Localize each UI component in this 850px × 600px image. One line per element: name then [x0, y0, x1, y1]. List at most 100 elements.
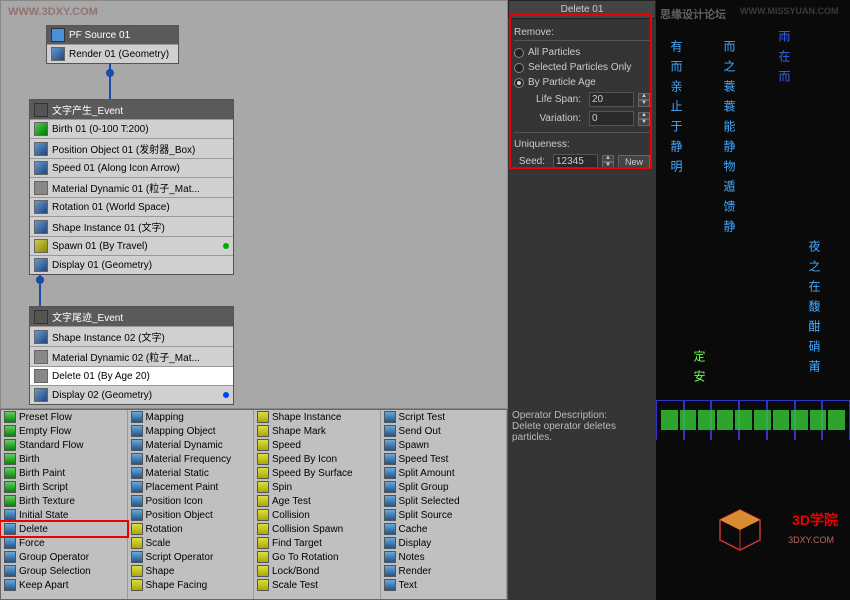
node-pf-source[interactable]: PF Source 01 Render 01 (Geometry): [46, 25, 179, 64]
op-render[interactable]: Render 01 (Geometry): [47, 44, 178, 63]
palette-op-go-to-rotation[interactable]: Go To Rotation: [254, 550, 380, 564]
palette-op-render[interactable]: Render: [381, 564, 507, 578]
palette-op-shape-mark[interactable]: Shape Mark: [254, 424, 380, 438]
palette-op-birth-paint[interactable]: Birth Paint: [1, 466, 127, 480]
birth-icon: [34, 122, 48, 136]
palette-op-display[interactable]: Display: [381, 536, 507, 550]
palette-op-speed-by-icon[interactable]: Speed By Icon: [254, 452, 380, 466]
op-speed[interactable]: Speed 01 (Along Icon Arrow): [30, 158, 233, 177]
palette-op-shape[interactable]: Shape: [128, 564, 254, 578]
palette-op-split-group[interactable]: Split Group: [381, 480, 507, 494]
palette-op-placement-paint[interactable]: Placement Paint: [128, 480, 254, 494]
palette-op-script-operator[interactable]: Script Operator: [128, 550, 254, 564]
palette-op-birth[interactable]: Birth: [1, 452, 127, 466]
output-dot[interactable]: [223, 392, 229, 398]
palette-op-scale[interactable]: Scale: [128, 536, 254, 550]
green-particles: [661, 410, 845, 430]
node-canvas[interactable]: PF Source 01 Render 01 (Geometry) 文字产生_E…: [0, 0, 508, 409]
op-display2[interactable]: Display 02 (Geometry): [30, 385, 233, 404]
palette-op-send-out[interactable]: Send Out: [381, 424, 507, 438]
viewport-3d[interactable]: 雨在而 有而亲止于静明 而之蓑蓑能静物遁馈静 夜之在馥酣硝莆 定安 3D学院 3…: [656, 0, 850, 600]
palette-op-rotation[interactable]: Rotation: [128, 522, 254, 536]
palette-op-speed[interactable]: Speed: [254, 438, 380, 452]
op-icon: [4, 425, 16, 437]
op-shape[interactable]: Shape Instance 01 (文字): [30, 216, 233, 236]
op-icon: [131, 467, 143, 479]
palette-op-preset-flow[interactable]: Preset Flow: [1, 410, 127, 424]
palette-op-force[interactable]: Force: [1, 536, 127, 550]
palette-op-speed-by-surface[interactable]: Speed By Surface: [254, 466, 380, 480]
palette-op-split-selected[interactable]: Split Selected: [381, 494, 507, 508]
palette-op-find-target[interactable]: Find Target: [254, 536, 380, 550]
render-icon: [51, 47, 65, 61]
palette-op-standard-flow[interactable]: Standard Flow: [1, 438, 127, 452]
op-material[interactable]: Material Dynamic 01 (粒子_Mat...: [30, 177, 233, 197]
palette-op-birth-texture[interactable]: Birth Texture: [1, 494, 127, 508]
palette-op-material-static[interactable]: Material Static: [128, 466, 254, 480]
palette-op-birth-script[interactable]: Birth Script: [1, 480, 127, 494]
palette-op-collision-spawn[interactable]: Collision Spawn: [254, 522, 380, 536]
op-display[interactable]: Display 01 (Geometry): [30, 255, 233, 274]
palette-op-group-operator[interactable]: Group Operator: [1, 550, 127, 564]
node-title[interactable]: 文字尾迹_Event: [30, 307, 233, 326]
palette-op-material-dynamic[interactable]: Material Dynamic: [128, 438, 254, 452]
watermark: WWW.3DXY.COM: [8, 6, 98, 18]
op-icon: [131, 453, 143, 465]
op-birth[interactable]: Birth 01 (0-100 T:200): [30, 119, 233, 138]
node-title[interactable]: 文字产生_Event: [30, 100, 233, 119]
palette-op-split-source[interactable]: Split Source: [381, 508, 507, 522]
palette-op-speed-test[interactable]: Speed Test: [381, 452, 507, 466]
op-position[interactable]: Position Object 01 (发射器_Box): [30, 138, 233, 158]
node-event1[interactable]: 文字产生_Event Birth 01 (0-100 T:200) Positi…: [29, 99, 234, 275]
op-label: Material Dynamic 01 (粒子_Mat...: [52, 180, 200, 195]
palette-op-mapping-object[interactable]: Mapping Object: [128, 424, 254, 438]
palette-op-shape-facing[interactable]: Shape Facing: [128, 578, 254, 592]
palette-op-collision[interactable]: Collision: [254, 508, 380, 522]
palette-op-initial-state[interactable]: Initial State: [1, 508, 127, 522]
op-icon: [4, 481, 16, 493]
node-title-text: 文字尾迹_Event: [52, 309, 123, 324]
palette-op-cache[interactable]: Cache: [381, 522, 507, 536]
op-icon: [384, 439, 396, 451]
palette-op-lock/bond[interactable]: Lock/Bond: [254, 564, 380, 578]
palette-op-position-icon[interactable]: Position Icon: [128, 494, 254, 508]
palette-op-spawn[interactable]: Spawn: [381, 438, 507, 452]
event-icon: [34, 310, 48, 324]
operator-palette[interactable]: Preset FlowEmpty FlowStandard FlowBirthB…: [0, 409, 508, 600]
palette-op-scale-test[interactable]: Scale Test: [254, 578, 380, 592]
op-icon: [384, 425, 396, 437]
node-event2[interactable]: 文字尾迹_Event Shape Instance 02 (文字) Materi…: [29, 306, 234, 405]
op-name: Speed: [272, 440, 301, 451]
palette-op-group-selection[interactable]: Group Selection: [1, 564, 127, 578]
op-icon: [131, 509, 143, 521]
palette-op-script-test[interactable]: Script Test: [381, 410, 507, 424]
palette-op-keep-apart[interactable]: Keep Apart: [1, 578, 127, 592]
palette-op-empty-flow[interactable]: Empty Flow: [1, 424, 127, 438]
output-dot[interactable]: [223, 243, 229, 249]
palette-col-1: Preset FlowEmpty FlowStandard FlowBirthB…: [1, 410, 128, 599]
op-shape2[interactable]: Shape Instance 02 (文字): [30, 326, 233, 346]
op-name: Shape Mark: [272, 426, 326, 437]
op-rotation[interactable]: Rotation 01 (World Space): [30, 197, 233, 216]
palette-op-notes[interactable]: Notes: [381, 550, 507, 564]
op-name: Shape Instance: [272, 412, 342, 423]
event-icon: [34, 103, 48, 117]
op-delete[interactable]: Delete 01 (By Age 20): [30, 366, 233, 385]
palette-op-text[interactable]: Text: [381, 578, 507, 592]
op-icon: [4, 411, 16, 423]
op-spawn[interactable]: Spawn 01 (By Travel): [30, 236, 233, 255]
palette-op-position-object[interactable]: Position Object: [128, 508, 254, 522]
op-label: Position Object 01 (发射器_Box): [52, 141, 195, 156]
op-label: Rotation 01 (World Space): [52, 202, 170, 213]
palette-op-mapping[interactable]: Mapping: [128, 410, 254, 424]
palette-op-age-test[interactable]: Age Test: [254, 494, 380, 508]
particle-text: 有而亲止于静明: [668, 40, 685, 180]
node-title[interactable]: PF Source 01: [47, 26, 178, 44]
cube-logo-icon: [715, 505, 765, 555]
palette-op-delete[interactable]: Delete: [1, 522, 127, 536]
palette-op-spin[interactable]: Spin: [254, 480, 380, 494]
palette-op-split-amount[interactable]: Split Amount: [381, 466, 507, 480]
palette-op-shape-instance[interactable]: Shape Instance: [254, 410, 380, 424]
palette-op-material-frequency[interactable]: Material Frequency: [128, 452, 254, 466]
op-material2[interactable]: Material Dynamic 02 (粒子_Mat...: [30, 346, 233, 366]
